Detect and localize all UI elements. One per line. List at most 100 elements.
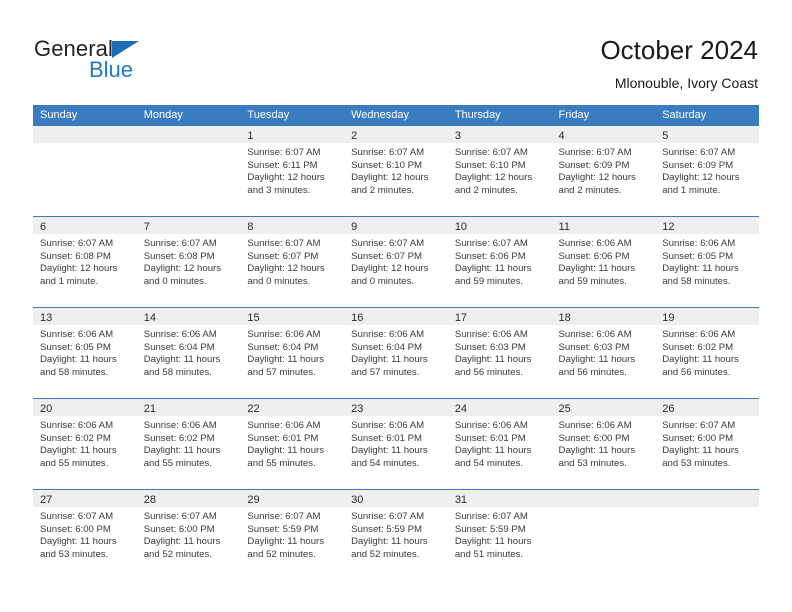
calendar-day-cell[interactable]: 25 Sunrise: 6:06 AM Sunset: 6:00 PM Dayligh… <box>551 399 656 489</box>
calendar-day-cell[interactable]: 1 Sunrise: 6:07 AM Sunset: 6:11 PM Daylight… <box>240 126 345 216</box>
day-number: 2 <box>351 130 358 142</box>
calendar-day-cell[interactable]: 4 Sunrise: 6:07 AM Sunset: 6:09 PM Daylight… <box>551 126 656 216</box>
calendar-day-cell[interactable]: 27 Sunrise: 6:07 AM Sunset: 6:00 PM Dayligh… <box>33 490 137 580</box>
calendar-day-cell[interactable]: 17 Sunrise: 6:06 AM Sunset: 6:03 PM Dayligh… <box>447 308 552 398</box>
daylight-text-line2: and 55 minutes. <box>247 457 316 469</box>
calendar-day-cell[interactable]: 10 Sunrise: 6:07 AM Sunset: 6:06 PM Dayligh… <box>447 217 552 307</box>
day-number-band <box>136 126 241 143</box>
calendar-day-cell[interactable]: 9 Sunrise: 6:07 AM Sunset: 6:07 PM Daylight… <box>344 217 448 307</box>
day-number-band: 29 <box>240 490 345 507</box>
day-number: 3 <box>454 130 461 142</box>
daylight-text-line2: and 56 minutes. <box>454 366 524 378</box>
day-sun-info: Sunrise: 6:07 AM Sunset: 6:06 PM Daylight:… <box>448 234 552 288</box>
day-number-band: 4 <box>551 126 656 143</box>
calendar-week-row: 20 Sunrise: 6:06 AM Sunset: 6:02 PM Dayligh… <box>33 398 759 489</box>
sunset-text: Sunset: 5:59 PM <box>351 523 423 535</box>
calendar-day-cell[interactable]: 22 Sunrise: 6:06 AM Sunset: 6:01 PM Dayligh… <box>240 399 345 489</box>
day-sun-info: Sunrise: 6:06 AM Sunset: 6:02 PM Daylight:… <box>655 325 759 379</box>
day-number-band: 16 <box>344 308 448 325</box>
triangle-icon <box>112 41 139 58</box>
day-number: 1 <box>247 130 254 142</box>
calendar-day-cell[interactable]: 7 Sunrise: 6:07 AM Sunset: 6:08 PM Daylight… <box>136 217 241 307</box>
day-number-band: 19 <box>655 308 759 325</box>
daylight-text-line1: Daylight: 11 hours <box>454 263 532 275</box>
daylight-text-line1: Daylight: 11 hours <box>454 445 532 457</box>
calendar-day-cell[interactable]: 23 Sunrise: 6:06 AM Sunset: 6:01 PM Dayligh… <box>344 399 448 489</box>
weekday-header-wednesday: Wednesday <box>351 109 409 121</box>
calendar-day-cell[interactable]: 5 Sunrise: 6:07 AM Sunset: 6:09 PM Daylight… <box>655 126 759 216</box>
day-sun-info: Sunrise: 6:06 AM Sunset: 6:01 PM Daylight:… <box>344 416 448 470</box>
sunrise-text: Sunrise: 6:06 AM <box>40 329 114 340</box>
day-number-band: 28 <box>136 490 241 507</box>
day-sun-info: Sunrise: 6:07 AM Sunset: 6:00 PM Daylight:… <box>655 416 759 470</box>
calendar-day-cell[interactable]: 19 Sunrise: 6:06 AM Sunset: 6:02 PM Dayligh… <box>655 308 759 398</box>
sunset-text: Sunset: 6:09 PM <box>558 159 630 171</box>
day-number-band: 15 <box>240 308 345 325</box>
calendar-day-cell[interactable]: 18 Sunrise: 6:06 AM Sunset: 6:03 PM Dayligh… <box>551 308 656 398</box>
sunrise-text: Sunrise: 6:07 AM <box>247 238 321 249</box>
calendar-day-cell[interactable]: 29 Sunrise: 6:07 AM Sunset: 5:59 PM Dayligh… <box>240 490 345 580</box>
calendar-day-cell[interactable]: 12 Sunrise: 6:06 AM Sunset: 6:05 PM Dayligh… <box>655 217 759 307</box>
day-number-band: 14 <box>136 308 241 325</box>
daylight-text-line1: Daylight: 11 hours <box>351 536 428 548</box>
calendar-day-cell[interactable]: 13 Sunrise: 6:06 AM Sunset: 6:05 PM Dayligh… <box>33 308 137 398</box>
calendar-day-cell[interactable]: 2 Sunrise: 6:07 AM Sunset: 6:10 PM Daylight… <box>344 126 448 216</box>
day-number: 4 <box>558 130 565 142</box>
calendar-day-cell[interactable]: 8 Sunrise: 6:07 AM Sunset: 6:07 PM Daylight… <box>240 217 345 307</box>
day-sun-info: Sunrise: 6:06 AM Sunset: 6:04 PM Daylight:… <box>344 325 448 379</box>
calendar-day-cell[interactable]: 15 Sunrise: 6:06 AM Sunset: 6:04 PM Dayligh… <box>240 308 345 398</box>
calendar-day-cell[interactable]: 3 Sunrise: 6:07 AM Sunset: 6:10 PM Daylight… <box>447 126 552 216</box>
sunset-text: Sunset: 6:04 PM <box>247 341 319 353</box>
weekday-header-saturday: Saturday <box>662 109 707 121</box>
daylight-text-line1: Daylight: 11 hours <box>247 445 325 457</box>
daylight-text-line2: and 52 minutes. <box>247 548 316 560</box>
day-number: 21 <box>143 403 156 415</box>
calendar-day-cell[interactable]: 14 Sunrise: 6:06 AM Sunset: 6:04 PM Dayligh… <box>136 308 241 398</box>
day-sun-info: Sunrise: 6:07 AM Sunset: 6:09 PM Daylight:… <box>655 143 759 197</box>
calendar-day-cell[interactable]: 6 Sunrise: 6:07 AM Sunset: 6:08 PM Daylight… <box>33 217 137 307</box>
calendar-day-cell[interactable]: 28 Sunrise: 6:07 AM Sunset: 6:00 PM Dayligh… <box>136 490 241 580</box>
daylight-text-line1: Daylight: 11 hours <box>40 354 117 366</box>
sunrise-text: Sunrise: 6:07 AM <box>143 511 217 522</box>
sunset-text: Sunset: 6:08 PM <box>143 250 215 262</box>
calendar-day-cell[interactable]: 21 Sunrise: 6:06 AM Sunset: 6:02 PM Dayligh… <box>136 399 241 489</box>
daylight-text-line1: Daylight: 11 hours <box>143 536 221 548</box>
sunrise-text: Sunrise: 6:07 AM <box>351 511 425 522</box>
calendar-day-cell[interactable]: 16 Sunrise: 6:06 AM Sunset: 6:04 PM Dayligh… <box>344 308 448 398</box>
day-number-band <box>33 126 137 143</box>
daylight-text-line2: and 0 minutes. <box>247 275 311 287</box>
calendar-day-cell[interactable]: 11 Sunrise: 6:06 AM Sunset: 6:06 PM Dayligh… <box>551 217 656 307</box>
day-number-band: 11 <box>551 217 656 234</box>
daylight-text-line2: and 53 minutes. <box>40 548 109 560</box>
sunset-text: Sunset: 6:00 PM <box>143 523 215 535</box>
daylight-text-line2: and 58 minutes. <box>662 275 731 287</box>
sunrise-text: Sunrise: 6:06 AM <box>247 329 321 340</box>
calendar-day-cell[interactable]: 26 Sunrise: 6:07 AM Sunset: 6:00 PM Dayligh… <box>655 399 759 489</box>
day-number-band: 31 <box>447 490 552 507</box>
day-number-band: 9 <box>344 217 448 234</box>
day-number-band: 13 <box>33 308 137 325</box>
day-number: 14 <box>143 312 156 324</box>
calendar-day-cell[interactable]: 24 Sunrise: 6:06 AM Sunset: 6:01 PM Dayligh… <box>447 399 552 489</box>
daylight-text-line2: and 3 minutes. <box>247 184 311 196</box>
daylight-text-line2: and 55 minutes. <box>143 457 212 469</box>
sunset-text: Sunset: 6:00 PM <box>40 523 111 535</box>
sunrise-text: Sunrise: 6:06 AM <box>351 329 425 340</box>
page-title: October 2024 <box>600 35 758 65</box>
day-number-band: 8 <box>240 217 345 234</box>
day-number-band: 1 <box>240 126 345 143</box>
day-sun-info: Sunrise: 6:07 AM Sunset: 6:09 PM Daylight:… <box>552 143 656 197</box>
daylight-text-line1: Daylight: 11 hours <box>662 445 739 457</box>
calendar-week-row: 27 Sunrise: 6:07 AM Sunset: 6:00 PM Dayligh… <box>33 489 759 580</box>
day-number: 11 <box>558 221 570 233</box>
calendar-day-cell[interactable]: 30 Sunrise: 6:07 AM Sunset: 5:59 PM Dayligh… <box>344 490 448 580</box>
brand-logo[interactable]: General Blue <box>34 36 214 88</box>
calendar-day-cell[interactable]: 20 Sunrise: 6:06 AM Sunset: 6:02 PM Dayligh… <box>33 399 137 489</box>
day-number-band: 23 <box>344 399 448 416</box>
calendar-day-cell[interactable]: 31 Sunrise: 6:07 AM Sunset: 5:59 PM Dayligh… <box>447 490 552 580</box>
calendar-week-row: 6 Sunrise: 6:07 AM Sunset: 6:08 PM Daylight… <box>33 216 759 307</box>
day-number: 6 <box>40 221 47 233</box>
daylight-text-line1: Daylight: 11 hours <box>558 445 636 457</box>
daylight-text-line1: Daylight: 11 hours <box>558 263 636 275</box>
day-sun-info: Sunrise: 6:07 AM Sunset: 6:00 PM Daylight:… <box>33 507 137 561</box>
